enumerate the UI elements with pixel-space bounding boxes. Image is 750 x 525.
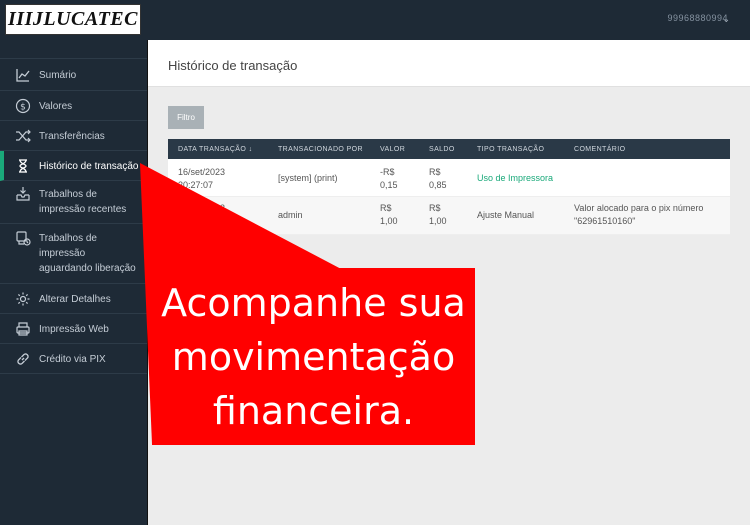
callout-line-2: movimentação	[171, 334, 456, 379]
logo-text: IIIJLUCATEC	[8, 8, 138, 30]
callout-banner: Acompanhe sua movimentação financeira.	[152, 268, 475, 445]
cell-balance-amount: 0,85	[429, 180, 447, 190]
sidebar-item-alterar-detalhes[interactable]: Alterar Detalhes	[0, 284, 147, 314]
sidebar-item-label: Trabalhos de impressão aguardando libera…	[39, 233, 136, 274]
export-label: Exportar / Imprimir	[175, 250, 233, 258]
col-saldo[interactable]: SALDO	[429, 146, 455, 153]
sidebar-item-label: Valores	[39, 101, 73, 112]
sidebar-item-sumario[interactable]: Sumário	[0, 58, 147, 91]
sidebar-item-label: Transferências	[39, 131, 105, 142]
sidebar-item-label: Crédito via PIX	[39, 354, 106, 365]
link-icon	[14, 350, 32, 368]
user-menu[interactable]: 99968880994	[667, 13, 728, 23]
col-comentario[interactable]: COMENTÁRIO	[574, 146, 625, 153]
cell-type: Ajuste Manual	[477, 210, 535, 220]
cell-balance-amount: 1,00	[429, 216, 447, 226]
transaction-table: DATA TRANSAÇÃO ↓ TRANSACIONADO POR VALOR…	[168, 139, 730, 235]
sidebar-item-label: Histórico de transação	[39, 161, 139, 172]
cell-value-currency: -R$	[380, 167, 395, 177]
inbox-tray-icon	[14, 185, 32, 203]
page-title: Histórico de transação	[168, 58, 298, 73]
table-row: 16/set/2023 20:27:07 [system] (print) -R…	[168, 159, 730, 197]
cell-type-link[interactable]: Uso de Impressora	[477, 172, 553, 185]
logo[interactable]: IIIJLUCATEC	[5, 4, 141, 35]
cell-comment-line2: "62961510160"	[574, 216, 636, 226]
sidebar-item-impressao-web[interactable]: Impressão Web	[0, 314, 147, 344]
col-transacionado-por[interactable]: TRANSACIONADO POR	[278, 146, 363, 153]
shuffle-icon	[14, 127, 32, 145]
callout-line-3: financeira.	[212, 388, 415, 433]
sidebar: Sumário $ Valores Transferências Históri…	[0, 40, 148, 525]
cell-comment-line1: Valor alocado para o pix número	[574, 203, 704, 213]
export-bar: Exportar / Imprimir	[175, 249, 289, 259]
sidebar-item-label: Trabalhos de impressão recentes	[39, 189, 127, 215]
sidebar-item-transferencias[interactable]: Transferências	[0, 121, 147, 151]
svg-text:$: $	[20, 103, 26, 113]
cell-by: [system] (print)	[278, 173, 338, 183]
chart-line-icon	[14, 66, 32, 84]
cell-value-amount: 0,15	[380, 180, 398, 190]
cell-value-currency: R$	[380, 203, 392, 213]
callout-line-1: Acompanhe sua	[161, 280, 466, 325]
hourglass-icon	[14, 157, 32, 175]
cell-date: 16/set/2023	[178, 203, 226, 213]
sidebar-item-trabalhos-recentes[interactable]: Trabalhos de impressão recentes	[0, 181, 147, 224]
document-export-icon[interactable]	[266, 249, 276, 259]
table-header: DATA TRANSAÇÃO ↓ TRANSACIONADO POR VALOR…	[168, 139, 730, 159]
sidebar-item-label: Alterar Detalhes	[39, 294, 111, 305]
cell-time: 20:27:07	[178, 180, 214, 190]
cell-balance-currency: R$	[429, 203, 441, 213]
col-data-transacao[interactable]: DATA TRANSAÇÃO ↓	[178, 146, 252, 153]
print-pending-icon	[14, 229, 32, 247]
top-bar: IIIJLUCATEC 99968880994 ⌄	[0, 0, 750, 40]
sidebar-item-label: Impressão Web	[39, 324, 109, 335]
filter-button[interactable]: Filtro	[168, 106, 204, 129]
sidebar-item-label: Sumário	[39, 70, 77, 81]
sidebar-item-historico[interactable]: Histórico de transação	[0, 151, 147, 181]
chevron-down-icon[interactable]: ⌄	[722, 14, 730, 25]
cell-by: admin	[278, 210, 303, 220]
sidebar-item-aguardando-liberacao[interactable]: Trabalhos de impressão aguardando libera…	[0, 224, 147, 284]
spreadsheet-export-icon[interactable]	[279, 249, 289, 259]
cell-value-amount: 1,00	[380, 216, 398, 226]
page-header: Histórico de transação	[148, 40, 750, 87]
cell-balance-currency: R$	[429, 167, 441, 177]
dollar-circle-icon: $	[14, 97, 32, 115]
sidebar-item-valores[interactable]: $ Valores	[0, 91, 147, 121]
table-row: 16/set/2023 admin R$ 1,00 R$ 1,00 Ajuste…	[168, 197, 730, 235]
col-tipo-transacao[interactable]: TIPO TRANSAÇÃO	[477, 146, 544, 153]
sidebar-item-credito-pix[interactable]: Crédito via PIX	[0, 344, 147, 374]
gear-icon	[14, 290, 32, 308]
printer-icon	[14, 320, 32, 338]
cell-date: 16/set/2023	[178, 167, 226, 177]
col-valor[interactable]: VALOR	[380, 146, 405, 153]
